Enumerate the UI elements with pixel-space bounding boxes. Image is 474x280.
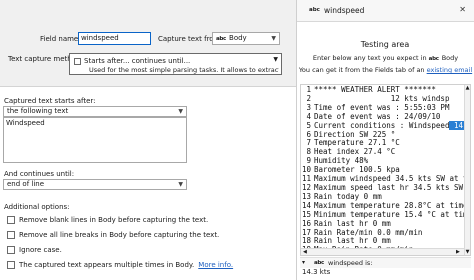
text-field-icon: abc — [216, 36, 227, 42]
chevron-down-icon: ▼ — [273, 56, 278, 63]
option-remove-line-breaks[interactable]: Remove all line breaks in Body before ca… — [7, 229, 219, 241]
scroll-right-icon[interactable]: ▶ — [456, 249, 460, 255]
continues-until-label: And continues until: — [4, 170, 75, 178]
option-multiple-occurrences[interactable]: The captured text appears multiple times… — [7, 259, 233, 271]
option-label: Remove blank lines in Body before captur… — [19, 216, 209, 224]
capture-from-dropdown[interactable]: abc Body ▼ — [212, 32, 280, 45]
method-radio[interactable] — [74, 57, 81, 65]
capture-from-value: Body — [229, 34, 247, 42]
option-label: The captured text appears multiple times… — [19, 261, 195, 269]
checkbox[interactable] — [7, 261, 15, 269]
capture-method-selector[interactable]: Starts after... continues until... ▼ Use… — [69, 53, 282, 75]
additional-options-label: Additional options: — [4, 203, 70, 211]
vertical-scrollbar[interactable] — [464, 85, 470, 255]
chevron-down-icon: ▼ — [178, 181, 183, 188]
result-value: 14.3 kts — [302, 268, 331, 276]
tab-windspeed[interactable]: abc windspeed ✕ — [297, 0, 474, 22]
text-field-icon: abc — [314, 260, 325, 266]
close-icon[interactable]: ✕ — [459, 5, 466, 14]
text-field-icon: abc — [309, 7, 320, 13]
code-lines: ***** WEATHER ALERT ******* 12 kts winds… — [314, 85, 470, 255]
line-numbers: 12345678910111213141516171819 — [302, 85, 311, 255]
starts-after-value: the following text — [7, 107, 69, 115]
testing-instructions-1: Enter below any text you expect in abc Bo… — [297, 54, 474, 62]
option-label: Remove all line breaks in Body before ca… — [19, 231, 220, 239]
chevron-down-icon: ▼ — [178, 108, 183, 115]
chevron-down-icon: ▼ — [271, 35, 276, 42]
testing-area-title: Testing area — [360, 40, 410, 49]
continues-until-dropdown[interactable]: end of line ▼ — [3, 179, 187, 190]
starts-after-text: Windspeed — [6, 119, 45, 127]
existing-email-link[interactable]: existing email — [427, 66, 473, 74]
option-label: Ignore case. — [19, 246, 62, 254]
option-ignore-case[interactable]: Ignore case. — [7, 244, 62, 256]
continues-until-value: end of line — [7, 180, 45, 188]
instr-text: You can get it from the Fields tab of an — [298, 66, 425, 74]
scroll-up-icon[interactable]: ▲ — [464, 85, 470, 91]
checkbox[interactable] — [7, 216, 15, 224]
result-header: ▾ abc windspeed is: — [300, 257, 471, 268]
option-remove-blank-lines[interactable]: Remove blank lines in Body before captur… — [7, 214, 208, 226]
field-name-label: Field name — [40, 35, 79, 43]
more-info-link[interactable]: More info. — [198, 261, 233, 269]
method-hint: Used for the most simple parsing tasks. … — [89, 66, 279, 74]
starts-after-label: Captured text starts after: — [4, 97, 96, 105]
field-name-input[interactable]: windspeed — [78, 32, 151, 45]
tab-title: windspeed — [324, 6, 365, 15]
text-field-icon: abc — [428, 56, 439, 62]
checkbox[interactable] — [7, 246, 15, 254]
starts-after-textarea[interactable]: Windspeed — [3, 117, 187, 163]
instr-text: Enter below any text you expect in — [312, 54, 427, 62]
method-button-label: Starts after... continues until... — [84, 57, 191, 65]
scroll-down-icon[interactable]: ▼ — [464, 249, 470, 255]
checkbox[interactable] — [7, 231, 15, 239]
instr-field: Body — [441, 54, 459, 62]
starts-after-dropdown[interactable]: the following text ▼ — [3, 106, 187, 117]
scroll-left-icon[interactable]: ◀ — [303, 249, 307, 255]
result-label: windspeed is: — [328, 259, 373, 267]
horizontal-scrollbar[interactable] — [301, 248, 464, 255]
testing-instructions-2: You can get it from the Fields tab of an… — [297, 66, 474, 74]
test-text-editor[interactable]: 12345678910111213141516171819 ***** WEAT… — [300, 84, 471, 256]
chevron-down-icon[interactable]: ▾ — [302, 259, 305, 266]
